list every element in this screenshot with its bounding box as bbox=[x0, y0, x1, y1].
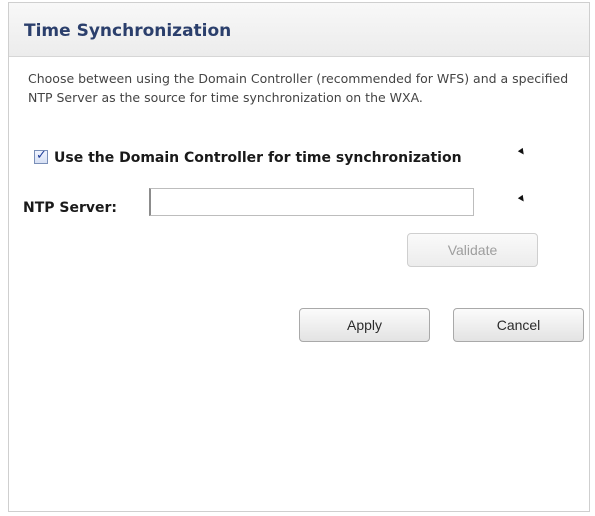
ntp-server-input[interactable] bbox=[149, 188, 474, 216]
use-domain-controller-label: Use the Domain Controller for time synch… bbox=[54, 150, 462, 166]
cancel-button[interactable]: Cancel bbox=[453, 308, 584, 342]
validate-button[interactable]: Validate bbox=[407, 233, 538, 267]
apply-button[interactable]: Apply bbox=[299, 308, 430, 342]
panel-header: Time Synchronization bbox=[9, 3, 589, 57]
panel-title: Time Synchronization bbox=[24, 21, 232, 41]
ntp-server-label: NTP Server: bbox=[23, 200, 118, 216]
checkmark-icon: ✓ bbox=[36, 148, 47, 163]
use-domain-controller-checkbox[interactable]: ✓ bbox=[34, 148, 48, 164]
panel-description: Choose between using the Domain Controll… bbox=[28, 71, 569, 105]
